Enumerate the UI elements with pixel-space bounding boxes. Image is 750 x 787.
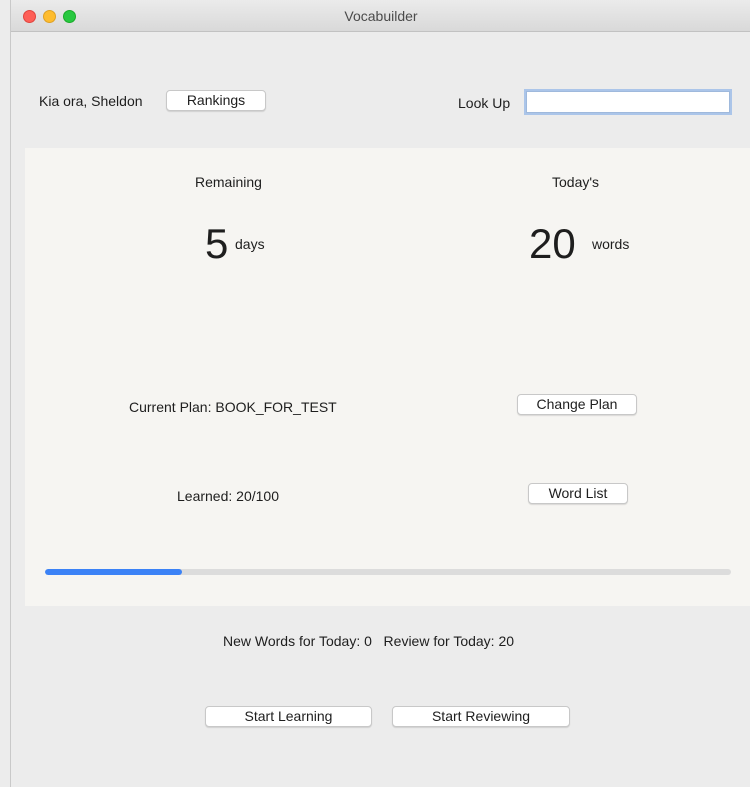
rankings-button[interactable]: Rankings (166, 90, 266, 111)
start-reviewing-button[interactable]: Start Reviewing (392, 706, 570, 727)
greeting-text: Kia ora, Sheldon (39, 93, 143, 109)
todays-words-value: 20 (529, 220, 576, 267)
today-counts-text: New Words for Today: 0 Review for Today:… (223, 633, 515, 649)
word-list-button[interactable]: Word List (528, 483, 628, 504)
study-panel: Remaining Today's 5 days 20 words Curren… (25, 148, 750, 606)
remaining-days-unit: days (235, 236, 265, 252)
lookup-input[interactable] (526, 91, 730, 113)
window-title: Vocabuilder (344, 8, 418, 24)
remaining-label: Remaining (195, 174, 262, 190)
learning-progress-bar (45, 569, 731, 575)
todays-words-unit: words (592, 236, 630, 252)
lookup-label: Look Up (458, 95, 511, 111)
learning-progress-fill (45, 569, 183, 575)
current-plan-text: Current Plan: BOOK_FOR_TEST (129, 399, 337, 415)
remaining-days-value: 5 (205, 220, 229, 267)
app-window: Vocabuilder Kia ora, Sheldon Rankings Lo… (10, 0, 750, 787)
todays-label: Today's (552, 174, 600, 190)
change-plan-button[interactable]: Change Plan (517, 394, 637, 415)
learned-count-text: Learned: 20/100 (177, 488, 279, 504)
start-learning-button[interactable]: Start Learning (205, 706, 372, 727)
title-bar[interactable]: Vocabuilder (11, 0, 750, 32)
